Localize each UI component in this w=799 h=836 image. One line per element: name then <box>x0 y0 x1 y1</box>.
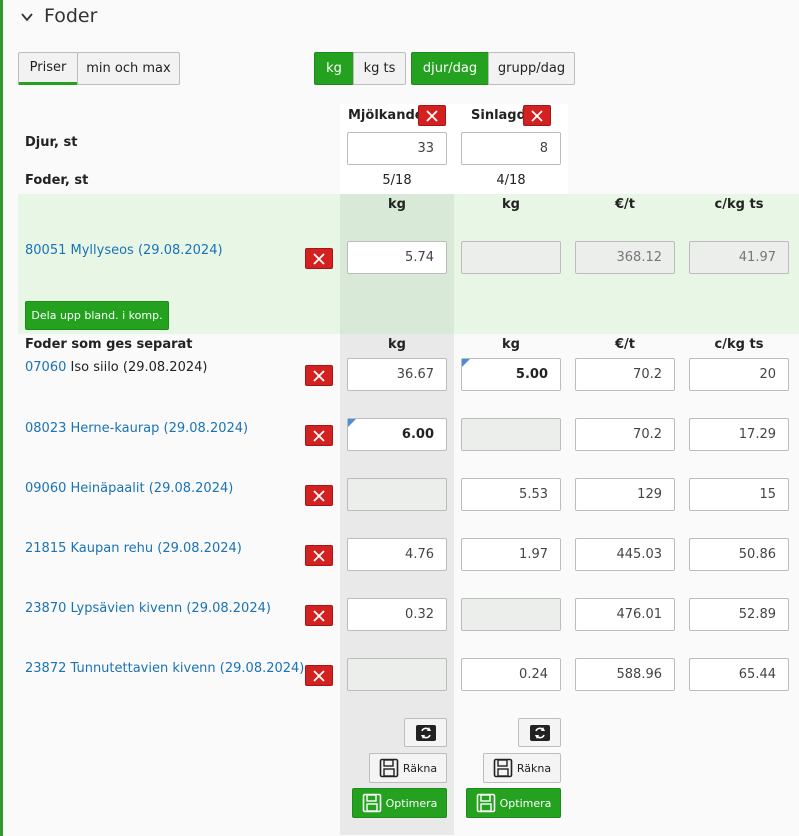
feed-kg-sinlagd[interactable]: 5.53 <box>461 478 561 511</box>
animals-input-mjolkande[interactable]: 33 <box>347 132 447 165</box>
col-header-kg: kg <box>502 337 520 352</box>
save-icon <box>493 758 513 778</box>
mix-price-eur-t[interactable]: 368.12 <box>575 241 675 274</box>
feed-price-c-kg-ts[interactable]: 15 <box>689 478 789 511</box>
mix-feed-link[interactable]: 80051 Myllyseos (29.08.2024) <box>25 243 223 258</box>
per-group-day-button[interactable]: grupp/dag <box>488 52 575 85</box>
feeds-count-mjolkande: 5/18 <box>382 173 412 188</box>
calculate-button[interactable]: Räkna <box>369 753 447 783</box>
feed-kg-sinlagd[interactable] <box>461 598 561 631</box>
animals-input-sinlagd[interactable]: 8 <box>461 132 561 165</box>
feed-price-eur-t[interactable]: 476.01 <box>575 598 675 631</box>
col-header-kg: kg <box>502 197 520 212</box>
feed-link[interactable]: 23870 Lypsävien kivenn (29.08.2024) <box>25 601 271 616</box>
col-header-kg: kg <box>388 197 406 212</box>
mix-kg-mjolkande[interactable]: 5.74 <box>347 241 447 274</box>
col-header-c-kg-ts: c/kg ts <box>714 197 764 212</box>
feed-link[interactable]: 21815 Kaupan rehu (29.08.2024) <box>25 541 242 556</box>
separate-feeds-label: Foder som ges separat <box>25 337 193 352</box>
calculate-label: Räkna <box>516 761 552 775</box>
close-icon <box>313 252 325 265</box>
animals-label: Djur, st <box>25 135 78 150</box>
mix-kg-sinlagd[interactable] <box>461 241 561 274</box>
chevron-down-icon[interactable] <box>20 10 34 24</box>
feed-price-c-kg-ts[interactable]: 50.86 <box>689 538 789 571</box>
col-header-eur-t: €/t <box>614 197 635 212</box>
feed-price-c-kg-ts[interactable]: 52.89 <box>689 598 789 631</box>
feed-link[interactable]: 23872 Tunnutettavien kivenn (29.08.2024) <box>25 661 304 676</box>
optimize-label: Optimera <box>499 796 552 810</box>
remove-feed-button[interactable] <box>305 605 333 626</box>
feed-kg-sinlagd[interactable]: 1.97 <box>461 538 561 571</box>
close-icon <box>313 609 325 622</box>
close-icon <box>531 109 543 122</box>
feed-price-eur-t[interactable]: 588.96 <box>575 658 675 691</box>
col-header-eur-t: €/t <box>614 337 635 352</box>
feeds-count-sinlagd: 4/18 <box>496 173 526 188</box>
feed-price-eur-t[interactable]: 70.2 <box>575 418 675 451</box>
optimize-label: Optimera <box>385 796 438 810</box>
feeds-count-label: Foder, st <box>25 173 89 188</box>
save-icon <box>379 758 399 778</box>
feed-kg-sinlagd[interactable]: 5.00 <box>461 358 561 391</box>
feed-link[interactable]: 09060 Heinäpaalit (29.08.2024) <box>25 481 233 496</box>
feed-kg-mjolkande[interactable]: 36.67 <box>347 358 447 391</box>
refresh-icon <box>529 724 550 741</box>
remove-feed-button[interactable] <box>305 425 333 446</box>
feed-price-c-kg-ts[interactable]: 65.44 <box>689 658 789 691</box>
remove-feed-button[interactable] <box>305 365 333 386</box>
min-max-tab[interactable]: min och max <box>77 52 180 85</box>
save-icon <box>362 793 381 813</box>
mix-price-c-kg-ts[interactable]: 41.97 <box>689 241 789 274</box>
remove-group-button[interactable] <box>523 105 551 126</box>
feed-price-eur-t[interactable]: 70.2 <box>575 358 675 391</box>
per-animal-day-button[interactable]: djur/dag <box>411 52 489 85</box>
reset-button[interactable] <box>404 718 447 747</box>
feed-link[interactable]: 07060 Iso siilo (29.08.2024) <box>25 360 207 375</box>
optimize-button[interactable]: Optimera <box>466 788 561 818</box>
calculate-button[interactable]: Räkna <box>483 753 561 783</box>
feed-kg-mjolkande[interactable]: 6.00 <box>347 418 447 451</box>
close-icon <box>313 429 325 442</box>
unit-kg-ts-button[interactable]: kg ts <box>353 52 406 85</box>
remove-feed-button[interactable] <box>305 485 333 506</box>
feed-kg-sinlagd[interactable] <box>461 418 561 451</box>
feed-kg-mjolkande[interactable]: 0.32 <box>347 598 447 631</box>
remove-feed-button[interactable] <box>305 248 333 269</box>
feed-link[interactable]: 08023 Herne-kaurap (29.08.2024) <box>25 421 248 436</box>
feed-kg-sinlagd[interactable]: 0.24 <box>461 658 561 691</box>
feed-price-eur-t[interactable]: 445.03 <box>575 538 675 571</box>
close-icon <box>313 369 325 382</box>
feed-price-c-kg-ts[interactable]: 20 <box>689 358 789 391</box>
optimize-button[interactable]: Optimera <box>352 788 447 818</box>
section-title[interactable]: Foder <box>44 5 97 27</box>
feed-price-eur-t[interactable]: 129 <box>575 478 675 511</box>
remove-group-button[interactable] <box>418 105 446 126</box>
close-icon <box>313 489 325 502</box>
close-icon <box>313 549 325 562</box>
col-header-kg: kg <box>388 337 406 352</box>
remove-feed-button[interactable] <box>305 665 333 686</box>
split-mix-button[interactable]: Dela upp bland. i komp. <box>25 301 169 330</box>
remove-feed-button[interactable] <box>305 545 333 566</box>
section-accent-bar <box>0 0 3 836</box>
refresh-icon <box>415 724 436 741</box>
feed-kg-mjolkande[interactable]: 4.76 <box>347 538 447 571</box>
group-name-mjolkande: Mjölkande <box>348 108 424 123</box>
feed-kg-mjolkande[interactable] <box>347 658 447 691</box>
feed-kg-mjolkande[interactable] <box>347 478 447 511</box>
save-icon <box>476 793 495 813</box>
col-header-c-kg-ts: c/kg ts <box>714 337 764 352</box>
group-name-sinlagd: Sinlagd <box>471 108 526 123</box>
feed-price-c-kg-ts[interactable]: 17.29 <box>689 418 789 451</box>
reset-button[interactable] <box>518 718 561 747</box>
unit-kg-button[interactable]: kg <box>314 52 354 85</box>
calculate-label: Räkna <box>402 761 438 775</box>
close-icon <box>313 669 325 682</box>
close-icon <box>426 109 438 122</box>
priser-tab[interactable]: Priser <box>18 52 78 85</box>
